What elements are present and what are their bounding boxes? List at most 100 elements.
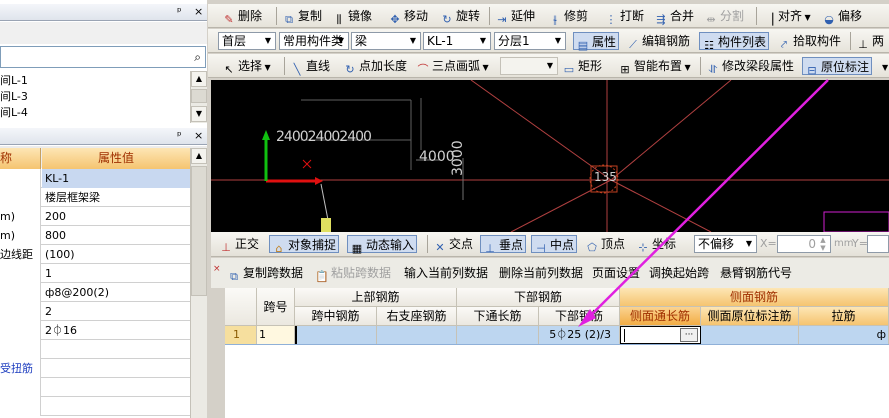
edit-rebar-button[interactable]: ⟋ 编辑钢筋 (626, 32, 690, 51)
list-item[interactable]: 间L-4 (0, 105, 190, 121)
more-button[interactable]: ⊥ 两 (856, 32, 884, 51)
properties-button[interactable]: ▤ 属性 (573, 32, 620, 52)
trim-button[interactable]: ⫳ 修剪 (548, 7, 588, 26)
coordinate-snap[interactable]: ⊹ 坐标 (636, 235, 676, 254)
paste-span-data-button[interactable]: 📋 粘贴跨数据 (315, 264, 391, 283)
prop-value[interactable]: 800 (42, 226, 190, 245)
vertex-snap[interactable]: ⬠ 顶点 (585, 235, 625, 254)
scroll-down-icon[interactable]: ▼ (191, 106, 207, 122)
break-button[interactable]: ⋮ 打断 (604, 7, 645, 26)
table-row[interactable] (0, 397, 190, 416)
swap-start-span-button[interactable]: 调换起始跨 (649, 264, 709, 282)
offset-select[interactable]: 不偏移 ▼ (694, 235, 757, 253)
table-row[interactable]: 1 (0, 264, 190, 283)
midpoint-snap[interactable]: ⊣ 中点 (531, 235, 578, 255)
list-scrollbar[interactable]: ▲ ▼ (190, 71, 207, 123)
merge-button[interactable]: ⇶ 合并 (654, 7, 694, 26)
cell-right-support[interactable] (377, 326, 457, 344)
split-button[interactable]: ⇹ 分割 (704, 7, 744, 26)
in-situ-annotation-button[interactable]: ⊟ 原位标注 (802, 57, 873, 77)
drawing-canvas[interactable]: 240024002400 4000 3000 135 (211, 80, 889, 232)
table-row[interactable]: m) 800 (0, 226, 190, 245)
perpendicular-snap[interactable]: ⊥ 垂点 (480, 235, 527, 255)
table-row[interactable]: 楼层框架梁 (0, 188, 190, 207)
prop-value[interactable] (42, 397, 190, 416)
prop-value[interactable]: 楼层框架梁 (42, 188, 190, 207)
table-row[interactable]: m) 200 (0, 207, 190, 226)
modify-segment-button[interactable]: ⥯ 修改梁段属性 (706, 57, 794, 76)
scroll-up-icon[interactable]: ▲ (191, 71, 207, 87)
ortho-toggle[interactable]: ⊥ 正交 (219, 235, 259, 254)
prop-value[interactable] (42, 359, 190, 378)
extend-button[interactable]: ⇥ 延伸 (495, 7, 535, 26)
search-icon[interactable]: ⌕ (194, 50, 201, 65)
prop-value[interactable]: 1 (42, 264, 190, 283)
table-row[interactable]: KL-1 (0, 169, 190, 188)
cell-midspan[interactable] (295, 326, 377, 344)
layer-select[interactable]: 分层1 ▼ (494, 32, 566, 50)
move-button[interactable]: ✥ 移动 (388, 7, 428, 26)
object-snap-toggle[interactable]: ⌂ 对象捕捉 (269, 235, 340, 255)
page-setup-button[interactable]: 页面设置 (592, 264, 640, 282)
three-point-arc-button[interactable]: ⌒ 三点画弧 ▼ (416, 57, 489, 76)
select-button[interactable]: ↖ 选择 ▼ (222, 57, 270, 76)
type-select[interactable]: 梁 ▼ (351, 32, 421, 50)
prop-value[interactable]: ф8@200(2) (42, 283, 190, 302)
offset-button[interactable]: ◒ 偏移 (822, 7, 862, 26)
input-column-button[interactable]: 输入当前列数据 (404, 264, 488, 282)
close-icon[interactable]: × (194, 5, 203, 18)
scroll-thumb[interactable] (191, 166, 207, 296)
cell-tie[interactable]: ф (799, 326, 889, 344)
table-row[interactable]: 2 (0, 302, 190, 321)
element-list-button[interactable]: ☷ 构件列表 (699, 32, 770, 52)
prop-value[interactable]: (100) (42, 245, 190, 264)
table-row[interactable] (0, 340, 190, 359)
prop-value[interactable]: 2 (42, 302, 190, 321)
cell-side-through-editor[interactable]: ··· (620, 326, 701, 344)
pin-icon[interactable]: ᵖ (177, 5, 182, 18)
cantilever-code-button[interactable]: 悬臂钢筋代号 (720, 264, 792, 282)
search-input[interactable]: ⌕ (0, 46, 206, 68)
close-icon[interactable]: × (194, 129, 203, 142)
align-button[interactable]: ▕ 对齐 ▼ (762, 7, 811, 26)
scroll-up-icon[interactable]: ▲ (191, 148, 207, 164)
cell-bottom-rebar[interactable]: 5⏀25 (2)/3 (539, 326, 620, 344)
x-coordinate-input[interactable]: 0 ▲ ▼ (777, 235, 831, 253)
point-length-button[interactable]: ↻ 点加长度 (343, 57, 407, 76)
smart-layout-button[interactable]: ⊞ 智能布置 ▼ (618, 57, 690, 76)
rectangle-button[interactable]: ▭ 矩形 (562, 57, 602, 76)
y-coordinate-input[interactable] (867, 235, 889, 253)
panel-close-icon[interactable]: × (213, 260, 221, 278)
cell-side-in-situ[interactable] (701, 326, 799, 344)
draw-mode-select[interactable]: ▼ (500, 57, 558, 75)
list-item[interactable]: 间L-3 (0, 89, 190, 105)
properties-scrollbar[interactable]: ▲ (190, 148, 207, 418)
floor-select[interactable]: 首层 ▼ (218, 32, 276, 50)
scroll-thumb[interactable] (191, 89, 207, 103)
mirror-button[interactable]: ⫼ 镜像 (332, 7, 372, 26)
category-select[interactable]: 常用构件类 ▼ (279, 32, 349, 50)
prop-value[interactable] (42, 378, 190, 397)
element-select[interactable]: KL-1 ▼ (423, 32, 491, 50)
prop-value[interactable]: KL-1 (42, 169, 190, 188)
dynamic-input-toggle[interactable]: ▦ 动态输入 (347, 235, 418, 255)
prop-value[interactable] (42, 340, 190, 359)
pin-icon[interactable]: ᵖ (177, 129, 182, 142)
pick-element-button[interactable]: ⤤ 拾取构件 (777, 32, 841, 51)
delete-button[interactable]: ✎ 删除 (222, 7, 262, 26)
table-row[interactable] (0, 378, 190, 397)
table-row[interactable]: ф8@200(2) (0, 283, 190, 302)
intersection-snap[interactable]: ✕ 交点 (433, 235, 473, 254)
table-row[interactable]: 边线距 (100) (0, 245, 190, 264)
table-row[interactable]: 2⏀16 (0, 321, 190, 340)
copy-span-data-button[interactable]: ⧉ 复制跨数据 (227, 264, 303, 283)
toolbar-dropdown[interactable]: ▼ (882, 57, 888, 75)
cell-bottom-through[interactable] (457, 326, 539, 344)
ellipsis-button[interactable]: ··· (680, 328, 698, 342)
cell-span-no[interactable]: 1 (257, 326, 295, 344)
table-row[interactable]: 1 1 5⏀25 (2)/3 ··· ф (225, 326, 889, 345)
delete-column-button[interactable]: 删除当前列数据 (499, 264, 583, 282)
rotate-button[interactable]: ↻ 旋转 (440, 7, 480, 26)
copy-button[interactable]: ⧉ 复制 (282, 7, 322, 26)
line-button[interactable]: ╲ 直线 (290, 57, 330, 76)
